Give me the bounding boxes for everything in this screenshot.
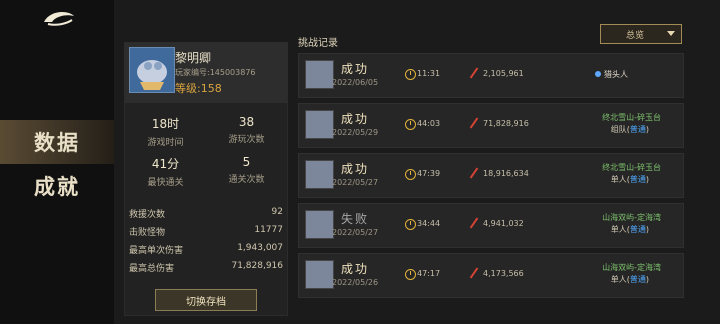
record-thumbnail xyxy=(305,260,334,289)
sword-icon xyxy=(469,267,479,279)
record-date: 2022/05/27 xyxy=(332,228,379,237)
player-level: 等级:158 xyxy=(175,82,222,95)
record-thumbnail xyxy=(305,210,334,239)
record-row[interactable]: 成功 2022/05/29 44:03 71,828,916 终北雪山-碎玉台 … xyxy=(298,103,684,148)
record-damage: 18,916,634 xyxy=(483,169,529,178)
record-difficulty: 普通 xyxy=(629,225,646,234)
record-result: 成功 xyxy=(340,262,369,276)
detail-value: 11777 xyxy=(254,225,283,235)
profile-card: 黎明卿 玩家编号:145003876 等级:158 xyxy=(125,43,287,103)
detail-label: 救援次数 xyxy=(129,210,166,220)
detail-row-monsters: 击败怪物 11777 xyxy=(125,223,287,241)
character-portrait-icon xyxy=(130,48,174,92)
record-mode-text: 单人 xyxy=(610,175,627,184)
detail-label: 击败怪物 xyxy=(129,228,166,238)
record-mode: 单人(普通) xyxy=(610,175,649,184)
record-row[interactable]: 失败 2022/05/27 34:44 4,941,032 山海双屿-定海湾 单… xyxy=(298,203,684,248)
record-duration: 47:17 xyxy=(417,269,441,278)
nav-achievement-tab[interactable]: 成就 xyxy=(0,164,114,208)
clock-icon xyxy=(405,219,416,230)
clock-icon xyxy=(405,69,416,80)
record-row[interactable]: 成功 2022/05/26 47:17 4,173,566 山海双屿-定海湾 单… xyxy=(298,253,684,298)
record-mode-text: 单人 xyxy=(610,225,627,234)
stat-label: 通关次数 xyxy=(228,175,265,185)
record-thumbnail xyxy=(305,160,334,189)
record-row[interactable]: 成功 2022/05/27 47:39 18,916,634 终北雪山-碎玉台 … xyxy=(298,153,684,198)
record-location: 山海双屿-定海湾 xyxy=(602,263,661,272)
stat-label: 游玩次数 xyxy=(228,135,265,145)
stat-play-count: 38 游玩次数 xyxy=(206,115,287,145)
stat-value: 41分 xyxy=(151,157,180,171)
challenge-records-title: 挑战记录 xyxy=(298,38,338,49)
records-list[interactable]: 成功 2022/06/05 11:31 2,105,961 猎头人 成功 202… xyxy=(298,53,684,324)
stat-value: 18时 xyxy=(151,117,180,131)
main-panel: 黎明卿 玩家编号:145003876 等级:158 18时 游戏时间 38 游玩… xyxy=(114,0,720,324)
record-damage: 2,105,961 xyxy=(483,69,524,78)
record-thumbnail xyxy=(305,60,334,89)
stat-value: 38 xyxy=(238,115,255,129)
record-result: 成功 xyxy=(340,62,369,76)
game-logo-icon xyxy=(44,12,74,26)
record-location: 终北雪山-碎玉台 xyxy=(602,113,661,122)
record-duration: 44:03 xyxy=(417,119,441,128)
record-difficulty: 普通 xyxy=(629,125,646,134)
detail-row-rescue: 救援次数 92 xyxy=(125,205,287,223)
sword-icon xyxy=(469,217,479,229)
sword-icon xyxy=(469,167,479,179)
detail-row-max-total-damage: 最高总伤害 71,828,916 xyxy=(125,259,287,277)
record-date: 2022/06/05 xyxy=(332,78,379,87)
record-difficulty: 普通 xyxy=(629,175,646,184)
detail-row-max-single-damage: 最高单次伤害 1,943,007 xyxy=(125,241,287,259)
player-name: 黎明卿 xyxy=(175,51,212,65)
record-mode-text: 单人 xyxy=(610,275,627,284)
sword-icon xyxy=(469,67,479,79)
record-duration: 47:39 xyxy=(417,169,441,178)
avatar xyxy=(129,47,175,93)
record-date: 2022/05/29 xyxy=(332,128,379,137)
stat-fastest-clear: 41分 最快通关 xyxy=(125,155,206,188)
record-duration: 34:44 xyxy=(417,219,441,228)
record-damage: 71,828,916 xyxy=(483,119,529,128)
filter-value: 总览 xyxy=(625,31,644,41)
switch-save-button[interactable]: 切换存档 xyxy=(155,289,257,311)
record-result: 失败 xyxy=(340,212,369,226)
record-row[interactable]: 成功 2022/06/05 11:31 2,105,961 猎头人 xyxy=(298,53,684,98)
detail-value: 71,828,916 xyxy=(231,261,283,271)
detail-value: 92 xyxy=(271,207,283,217)
detail-value: 1,943,007 xyxy=(237,243,283,253)
record-location: 终北雪山-碎玉台 xyxy=(602,163,661,172)
stat-label: 最快通关 xyxy=(147,178,184,188)
stat-label: 游戏时间 xyxy=(147,138,184,148)
record-tag: 猎头人 xyxy=(595,69,628,80)
chevron-down-icon xyxy=(667,31,675,36)
record-thumbnail xyxy=(305,110,334,139)
stat-play-time: 18时 游戏时间 xyxy=(125,115,206,148)
player-id: 玩家编号:145003876 xyxy=(175,68,256,77)
detail-label: 最高单次伤害 xyxy=(129,246,184,256)
nav-data-tab[interactable]: 数据 xyxy=(0,120,114,164)
clock-icon xyxy=(405,119,416,130)
stat-value: 5 xyxy=(242,155,251,169)
clock-icon xyxy=(405,269,416,280)
record-date: 2022/05/26 xyxy=(332,278,379,287)
record-duration: 11:31 xyxy=(417,69,441,78)
record-mode: 组队(普通) xyxy=(610,125,649,134)
record-mode: 单人(普通) xyxy=(610,225,649,234)
sword-icon xyxy=(469,117,479,129)
record-damage: 4,941,032 xyxy=(483,219,524,228)
record-date: 2022/05/27 xyxy=(332,178,379,187)
filter-dropdown[interactable]: 总览 xyxy=(600,24,682,44)
record-result: 成功 xyxy=(340,162,369,176)
record-mode-text: 组队 xyxy=(610,125,627,134)
record-mode: 单人(普通) xyxy=(610,275,649,284)
detail-label: 最高总伤害 xyxy=(129,264,175,274)
clock-icon xyxy=(405,169,416,180)
record-damage: 4,173,566 xyxy=(483,269,524,278)
record-difficulty: 普通 xyxy=(629,275,646,284)
stat-clear-count: 5 通关次数 xyxy=(206,155,287,185)
sidebar: 数据 成就 xyxy=(0,0,115,324)
record-location: 山海双屿-定海湾 xyxy=(602,213,661,222)
record-result: 成功 xyxy=(340,112,369,126)
profile-panel: 黎明卿 玩家编号:145003876 等级:158 18时 游戏时间 38 游玩… xyxy=(124,42,288,316)
